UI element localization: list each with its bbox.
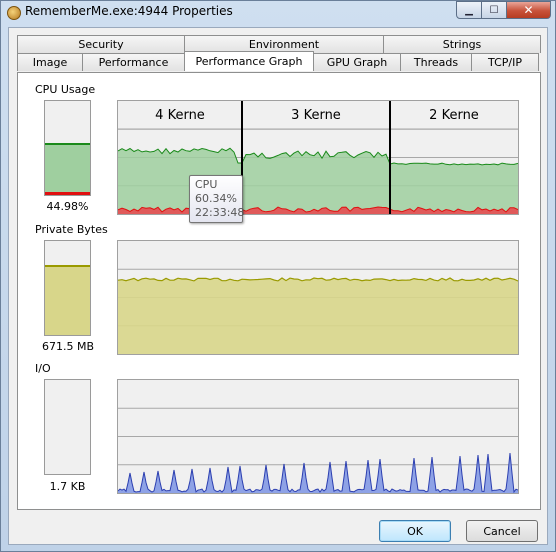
tab-performance-graph[interactable]: Performance Graph [184,51,314,71]
private-bytes-graph[interactable] [117,240,519,355]
tab-image[interactable]: Image [17,53,83,71]
caption-buttons: ▁ ☐ ✕ [456,1,551,19]
cpu-usage-value: 44.98% [46,200,89,213]
tooltip-time: 22:33:48 [195,206,245,219]
io-history-chart [118,407,518,493]
private-bytes-mini-meter [44,240,91,336]
minimize-button[interactable]: ▁ [456,1,482,19]
tab-threads[interactable]: Threads [400,53,472,71]
cancel-button[interactable]: Cancel [466,520,538,542]
tab-row-bottom: Image Performance Performance Graph GPU … [17,51,539,71]
cpu-tooltip: CPU 60.34% 22:33:48 [189,175,245,223]
private-bytes-history-chart [118,268,518,354]
tab-tcp-ip[interactable]: TCP/IP [471,53,539,71]
io-graph[interactable] [117,379,519,494]
core-label-3: 3 Kerne [291,108,341,123]
tab-strings[interactable]: Strings [383,35,541,53]
close-button[interactable]: ✕ [507,1,551,19]
cpu-mini-fill [45,143,90,195]
tooltip-series-name: CPU [195,178,218,191]
ok-button[interactable]: OK [379,520,451,542]
tooltip-value: 60.34% [195,192,237,205]
io-label: I/O [35,362,51,375]
io-mini-meter [44,379,91,475]
io-value: 1.7 KB [49,480,86,493]
private-bytes-label: Private Bytes [35,223,108,236]
window-title: RememberMe.exe:4944 Properties [25,4,233,18]
app-icon [7,6,21,20]
private-bytes-value: 671.5 MB [41,340,95,353]
cpu-mini-kernel-fill [45,192,90,195]
title-bar[interactable]: RememberMe.exe:4944 Properties ▁ ☐ ✕ [1,1,555,25]
maximize-button[interactable]: ☐ [482,1,507,19]
tab-security[interactable]: Security [17,35,185,53]
properties-window: RememberMe.exe:4944 Properties ▁ ☐ ✕ Sec… [0,0,556,552]
core-label-4: 4 Kerne [155,108,205,123]
cpu-usage-graph[interactable]: 4 Kerne 3 Kerne 2 Kerne [117,100,519,215]
tab-performance[interactable]: Performance [82,53,185,71]
cpu-usage-label: CPU Usage [35,83,96,96]
private-bytes-mini-fill [45,265,90,335]
private-bytes-area [118,278,518,354]
tab-gpu-graph[interactable]: GPU Graph [313,53,401,71]
core-label-2: 2 Kerne [429,108,479,123]
cpu-usage-area [118,148,518,214]
cpu-mini-meter [44,100,91,196]
